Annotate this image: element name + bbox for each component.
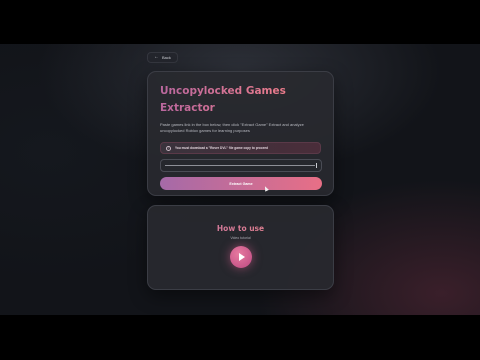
notice-banner: i You must download a "Rover DVL" file g…	[160, 142, 321, 154]
letterbox-bottom	[0, 315, 480, 360]
back-button-label: Back	[162, 55, 171, 60]
text-caret	[316, 163, 317, 168]
extractor-description: Paste games link in the box below, then …	[160, 122, 304, 133]
howto-card: How to use Video tutorial	[147, 205, 334, 290]
arrow-left-icon: ←	[154, 54, 159, 60]
info-icon: i	[166, 145, 171, 151]
play-icon	[238, 253, 245, 261]
play-video-button[interactable]	[229, 246, 252, 268]
howto-title: How to use	[148, 224, 333, 233]
back-button[interactable]: ← Back	[147, 52, 178, 63]
letterbox-top	[0, 0, 480, 44]
page-title: Uncopylocked Games Extractor	[160, 83, 290, 117]
extract-game-button[interactable]: Extract Game	[160, 177, 322, 190]
input-underline	[165, 165, 316, 166]
notice-text: You must download a "Rover DVL" file gam…	[175, 146, 269, 150]
extractor-card: Uncopylocked Games Extractor Paste games…	[147, 71, 334, 196]
game-link-input[interactable]	[160, 159, 322, 172]
extract-game-label: Extract Game	[229, 181, 253, 186]
howto-subtitle: Video tutorial	[230, 236, 251, 240]
